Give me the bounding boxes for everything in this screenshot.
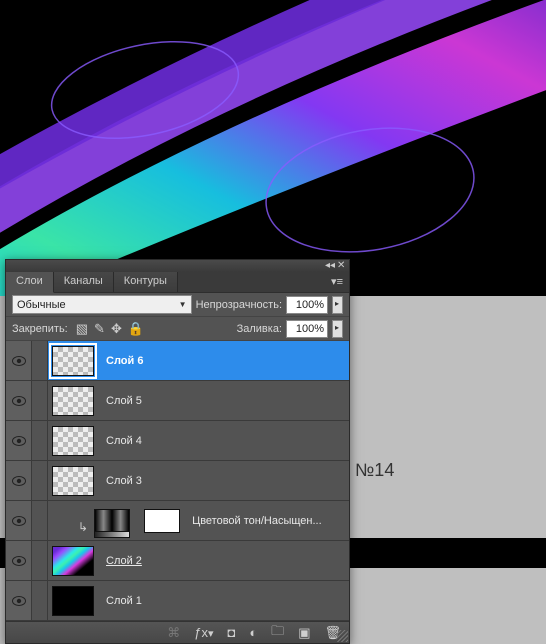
document-label: №14 (355, 460, 394, 481)
link-slot (32, 341, 48, 380)
layer-thumbnail[interactable] (52, 386, 94, 416)
visibility-toggle[interactable] (6, 581, 32, 620)
layer-mask-icon[interactable]: ◘ (227, 625, 235, 640)
visibility-toggle[interactable] (6, 341, 32, 380)
layer-row[interactable]: Слой 6 (6, 341, 349, 381)
visibility-toggle[interactable] (6, 461, 32, 500)
layer-row[interactable]: Слой 1 (6, 581, 349, 621)
lock-fill-row: Закрепить: ▧ ✎ ✥ 🔒 Заливка: 100% (6, 317, 349, 341)
opacity-input[interactable]: 100% (286, 296, 328, 314)
layer-group-icon[interactable]: 🗀 (271, 622, 284, 644)
link-slot (32, 581, 48, 620)
layer-thumbnail[interactable] (52, 426, 94, 456)
layer-row[interactable]: Слой 2 (6, 541, 349, 581)
lock-position-icon[interactable]: ✥ (111, 321, 122, 337)
layer-list: Слой 6 Слой 5 Слой 4 Слой 3 ↳ (6, 341, 349, 621)
mask-thumbnail[interactable] (144, 509, 180, 533)
visibility-toggle[interactable] (6, 381, 32, 420)
collapse-icon[interactable]: ◂◂ (325, 262, 333, 270)
visibility-toggle[interactable] (6, 541, 32, 580)
new-layer-icon[interactable]: ▣ (298, 625, 310, 641)
tab-channels[interactable]: Каналы (54, 272, 114, 292)
fill-label: Заливка: (237, 323, 282, 335)
close-icon[interactable]: ✕ (337, 262, 345, 270)
document-canvas[interactable] (0, 0, 546, 296)
layer-row[interactable]: Слой 3 (6, 461, 349, 501)
opacity-stepper[interactable] (332, 296, 343, 314)
adjustment-thumbnail[interactable] (94, 509, 130, 533)
link-slot (32, 461, 48, 500)
layer-row[interactable]: Слой 5 (6, 381, 349, 421)
link-slot (32, 381, 48, 420)
layer-name[interactable]: Слой 2 (98, 555, 142, 567)
adjustment-layer-icon[interactable]: ◐ (249, 625, 257, 640)
layer-thumbnail[interactable] (52, 586, 94, 616)
blend-opacity-row: Обычные ▼ Непрозрачность: 100% (6, 293, 349, 317)
link-slot (32, 421, 48, 460)
layers-panel: ◂◂ ✕ Слои Каналы Контуры ▾≡ Обычные ▼ Не… (5, 259, 350, 644)
opacity-label: Непрозрачность: (196, 299, 282, 311)
layer-name[interactable]: Слой 3 (98, 475, 142, 487)
layer-name[interactable]: Слой 4 (98, 435, 142, 447)
lock-buttons: ▧ ✎ ✥ 🔒 (76, 321, 144, 337)
fill-stepper[interactable] (332, 320, 343, 338)
panel-titlebar: ◂◂ ✕ (6, 260, 349, 272)
layer-row[interactable]: Слой 4 (6, 421, 349, 461)
layer-thumbnail[interactable] (52, 466, 94, 496)
link-slot (32, 541, 48, 580)
layer-thumbnail[interactable] (52, 346, 94, 376)
lock-transparent-icon[interactable]: ▧ (76, 321, 88, 337)
blend-mode-select[interactable]: Обычные ▼ (12, 295, 192, 314)
panel-menu-icon[interactable]: ▾≡ (325, 272, 349, 292)
link-layers-icon[interactable]: ⌘ (167, 625, 180, 641)
visibility-toggle[interactable] (6, 501, 32, 540)
panel-tabs: Слои Каналы Контуры ▾≡ (6, 272, 349, 293)
lock-label: Закрепить: (12, 323, 68, 335)
blend-mode-value: Обычные (17, 299, 66, 311)
resize-handle-icon[interactable] (336, 630, 348, 642)
layer-row-adjustment[interactable]: ↳ Цветовой тон/Насыщен... (6, 501, 349, 541)
chevron-down-icon: ▼ (179, 300, 187, 309)
lock-pixels-icon[interactable]: ✎ (94, 321, 105, 337)
layer-name[interactable]: Слой 5 (98, 395, 142, 407)
layer-thumbnail[interactable] (52, 546, 94, 576)
panel-bottom-bar: ⌘ ƒx▾ ◘ ◐ 🗀 ▣ 🗑 (6, 621, 349, 643)
layer-name[interactable]: Слой 1 (98, 595, 142, 607)
layer-fx-icon[interactable]: ƒx▾ (194, 625, 213, 640)
lock-all-icon[interactable]: 🔒 (128, 321, 144, 337)
clip-arrow-icon: ↳ (76, 520, 90, 534)
tab-layers[interactable]: Слои (6, 272, 54, 293)
fill-input[interactable]: 100% (286, 320, 328, 338)
visibility-toggle[interactable] (6, 421, 32, 460)
layer-name[interactable]: Слой 6 (98, 355, 143, 367)
link-slot (32, 501, 48, 540)
layer-name[interactable]: Цветовой тон/Насыщен... (184, 515, 322, 527)
tab-paths[interactable]: Контуры (114, 272, 178, 292)
